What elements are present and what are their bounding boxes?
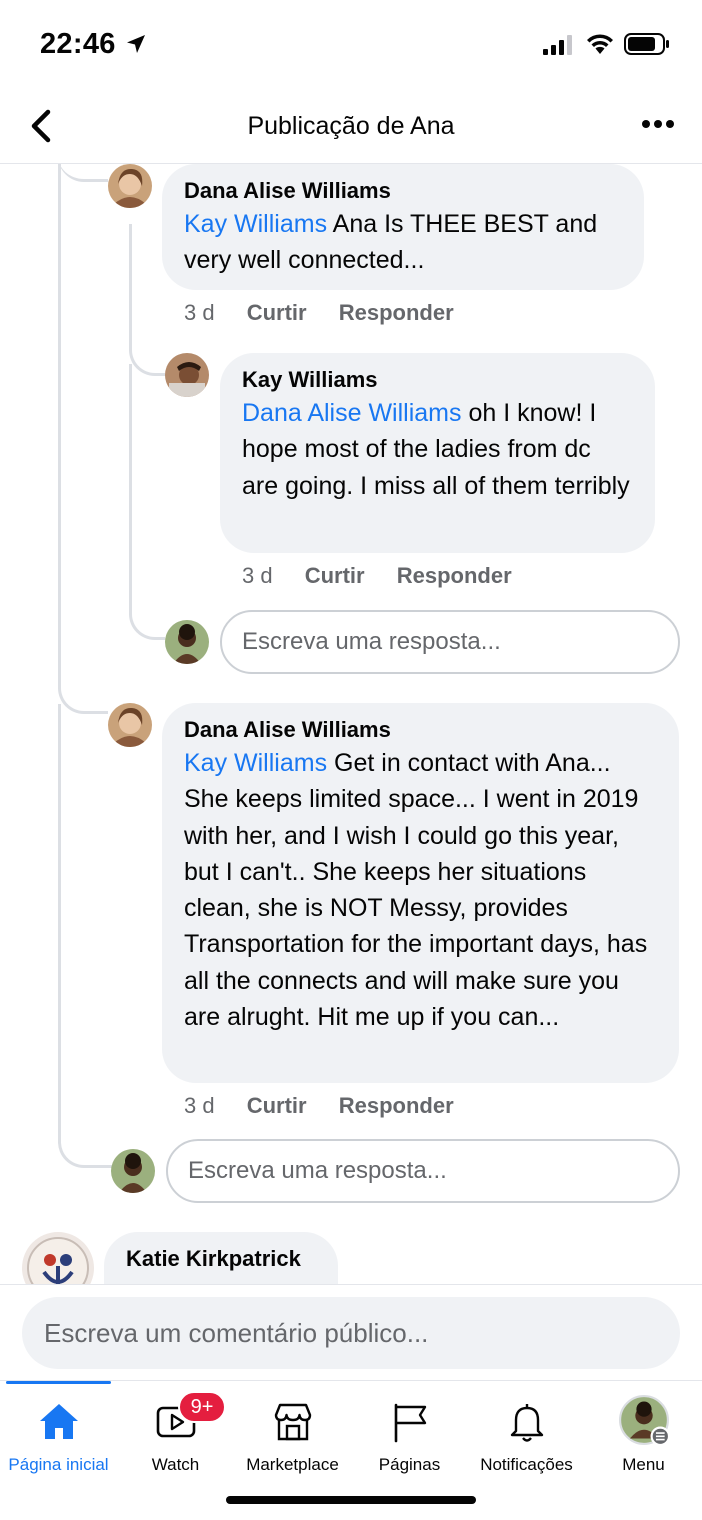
- comment-time: 3 d: [184, 1093, 215, 1118]
- reply-button[interactable]: Responder: [339, 300, 454, 325]
- tab-label: Páginas: [378, 1455, 441, 1474]
- commenter-avatar[interactable]: [108, 164, 152, 208]
- comment-text: Kay Williams Ana Is THEE BEST and very w…: [184, 210, 598, 275]
- comment-actions: 3 d Curtir Responder: [184, 300, 480, 326]
- tab-label: Página inicial: [8, 1455, 109, 1474]
- comment-bubble[interactable]: Dana Alise Williams Kay Williams Get in …: [162, 703, 679, 1083]
- comment-author[interactable]: Katie Kirkpatrick: [126, 1244, 316, 1274]
- comment-text: Kay Williams Get in contact with Ana... …: [184, 749, 648, 1032]
- comment-bubble[interactable]: Kay Williams Dana Alise Williams oh I kn…: [220, 353, 655, 553]
- tab-label: Menu: [622, 1455, 665, 1474]
- more-options-icon[interactable]: [638, 112, 678, 136]
- comment-bubble[interactable]: Dana Alise Williams Kay Williams Ana Is …: [162, 164, 644, 290]
- reply-button[interactable]: Responder: [339, 1093, 454, 1118]
- comment-author[interactable]: Dana Alise Williams: [184, 715, 657, 745]
- comment-actions: 3 d Curtir Responder: [184, 1093, 480, 1119]
- page-title: Publicação de Ana: [247, 112, 455, 140]
- tab-marketplace[interactable]: Marketplace: [234, 1381, 351, 1481]
- comment-time: 3 d: [184, 300, 215, 325]
- comment-text: Dana Alise Williams oh I know! I hope mo…: [242, 399, 630, 500]
- status-bar: 22:46: [0, 0, 702, 90]
- comment-bubble[interactable]: Katie Kirkpatrick: [104, 1232, 338, 1284]
- tab-label: Marketplace: [246, 1455, 339, 1474]
- watch-notification-badge: 9+: [178, 1391, 226, 1423]
- location-arrow-icon: [127, 35, 145, 53]
- like-button[interactable]: Curtir: [247, 300, 307, 325]
- thread-line-inner: [129, 224, 165, 376]
- user-avatar: [165, 620, 209, 664]
- tab-label: Notificações: [480, 1455, 573, 1474]
- mention-link[interactable]: Kay Williams: [184, 749, 327, 777]
- tab-pages[interactable]: Páginas: [351, 1381, 468, 1481]
- reply-input[interactable]: Escreva uma resposta...: [166, 1139, 680, 1203]
- tab-menu[interactable]: Menu: [585, 1381, 702, 1481]
- like-button[interactable]: Curtir: [247, 1093, 307, 1118]
- bell-icon: [510, 1404, 543, 1442]
- comment-composer: Escreva um comentário público...: [0, 1284, 702, 1380]
- tab-label: Watch: [151, 1455, 200, 1474]
- tab-notifications[interactable]: Notificações: [468, 1381, 585, 1481]
- thread-line-outer: [58, 164, 108, 714]
- comment-author[interactable]: Kay Williams: [242, 365, 633, 395]
- battery-icon: [624, 33, 669, 55]
- comment-author[interactable]: Dana Alise Williams: [184, 176, 622, 206]
- comment-actions: 3 d Curtir Responder: [242, 563, 538, 589]
- composer-placeholder: Escreva um comentário público...: [44, 1318, 429, 1348]
- flag-icon: [394, 1403, 426, 1443]
- reply-button[interactable]: Responder: [397, 563, 512, 588]
- profile-avatar: [618, 1395, 669, 1445]
- mention-link[interactable]: Dana Alise Williams: [242, 399, 462, 427]
- public-comment-input[interactable]: Escreva um comentário público...: [22, 1297, 680, 1369]
- tab-home[interactable]: Página inicial: [0, 1381, 117, 1481]
- reply-placeholder: Escreva uma resposta...: [242, 628, 501, 655]
- status-time: 22:46: [40, 28, 116, 60]
- comment-time: 3 d: [242, 563, 273, 588]
- reply-input[interactable]: Escreva uma resposta...: [220, 610, 680, 674]
- thread-line-outer-2: [58, 704, 112, 1168]
- wifi-icon: [587, 34, 613, 54]
- home-icon: [39, 1404, 78, 1439]
- home-indicator: [226, 1496, 476, 1504]
- commenter-avatar[interactable]: [108, 703, 152, 747]
- commenter-avatar[interactable]: [22, 1232, 94, 1284]
- navigation-header: Publicação de Ana: [0, 90, 702, 164]
- user-avatar: [111, 1149, 155, 1193]
- cellular-signal-icon: [543, 35, 572, 55]
- comment-thread: Dana Alise Williams Kay Williams Ana Is …: [0, 164, 702, 1284]
- mention-link[interactable]: Kay Williams: [184, 210, 327, 238]
- marketplace-icon: [274, 1403, 311, 1441]
- like-button[interactable]: Curtir: [305, 563, 365, 588]
- thread-line-inner-2: [129, 364, 165, 640]
- commenter-avatar[interactable]: [165, 353, 209, 397]
- reply-placeholder: Escreva uma resposta...: [188, 1157, 447, 1184]
